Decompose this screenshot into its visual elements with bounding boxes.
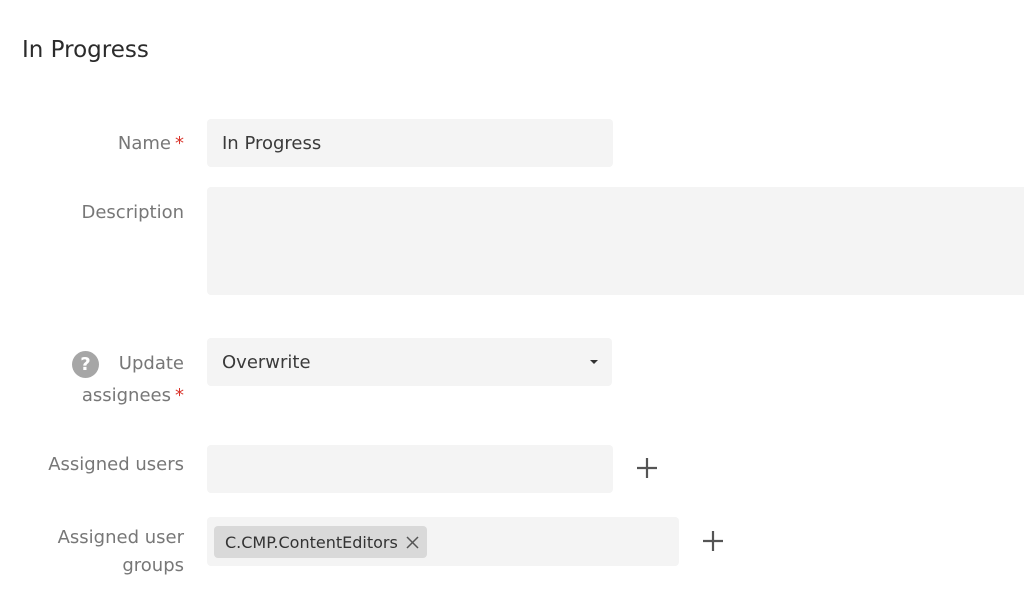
chip-remove-button[interactable] (406, 535, 419, 549)
required-mark: * (175, 133, 184, 154)
update-assignees-label-line2: assignees * (82, 381, 184, 411)
assigned-users-label: Assigned users (48, 454, 184, 475)
assigned-user-groups-label-line2: groups (122, 555, 184, 576)
add-user-group-button[interactable] (698, 526, 728, 556)
update-assignees-label-line1: Update (118, 353, 184, 374)
user-group-chip: C.CMP.ContentEditors (214, 526, 427, 558)
update-assignees-label-text: assignees (81, 385, 171, 406)
assigned-user-groups-input[interactable]: C.CMP.ContentEditors (207, 517, 679, 566)
help-icon[interactable]: ? (72, 351, 99, 378)
update-assignees-selected-value: Overwrite (222, 351, 311, 373)
assigned-users-input[interactable] (207, 445, 613, 493)
assigned-user-groups-label-line1: Assigned user (57, 527, 184, 548)
required-mark: * (175, 385, 184, 406)
add-assigned-user-button[interactable] (632, 453, 662, 483)
name-input[interactable]: In Progress (207, 119, 613, 167)
description-label: Description (81, 202, 184, 223)
close-icon (406, 535, 419, 549)
name-label-text: Name (117, 133, 171, 154)
plus-icon (637, 458, 657, 478)
chevron-down-icon (590, 360, 598, 364)
update-assignees-select[interactable]: Overwrite (207, 338, 612, 386)
name-label: Name * (118, 129, 184, 159)
user-group-chip-label: C.CMP.ContentEditors (225, 532, 398, 552)
page-title: In Progress (22, 37, 149, 63)
name-input-value: In Progress (222, 132, 322, 154)
plus-icon (703, 531, 723, 551)
description-textarea[interactable] (207, 187, 1024, 295)
